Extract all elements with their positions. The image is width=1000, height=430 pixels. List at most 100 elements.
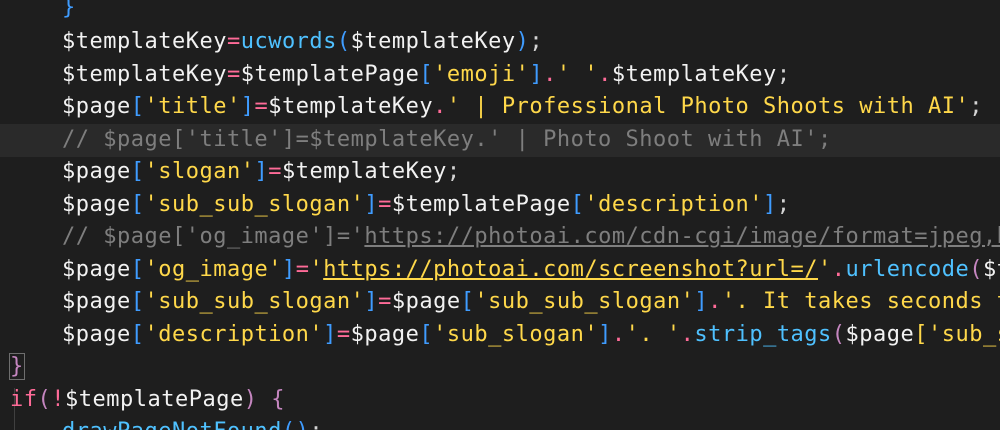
closing-brace: } (62, 0, 76, 20)
code-line-1[interactable]: } (0, 0, 1000, 25)
variable: $page (62, 94, 131, 119)
paren: ( (336, 29, 351, 54)
string: 'sub_slogan' (433, 322, 599, 347)
operator: . (831, 257, 846, 282)
bracket: [ (130, 94, 145, 119)
bracket: ] (364, 289, 379, 314)
variable: $page (62, 289, 131, 314)
bracket: [ (419, 322, 434, 347)
semicolon: ; (529, 29, 544, 54)
operator: . (708, 289, 722, 314)
bracket: [ (460, 289, 475, 314)
string: 'title' (144, 94, 241, 119)
bracket: [ (130, 257, 145, 282)
operator: ! (51, 387, 65, 412)
function-name: ucwords (240, 29, 337, 54)
variable: $templatePage (391, 192, 571, 217)
paren: ) (243, 387, 258, 412)
code-line-6[interactable]: $page['slogan']=$templateKey; (0, 156, 1000, 189)
bracket: [ (130, 322, 145, 347)
operator: . (433, 94, 447, 119)
code-line-5-current[interactable]: // $page['title']=$templateKey.' | Photo… (0, 124, 1000, 157)
paren: ( (831, 322, 846, 347)
bracket: [ (130, 159, 145, 184)
operator: . (611, 322, 626, 347)
code-line-12[interactable]: } (0, 351, 1000, 384)
string: '. ' (625, 322, 681, 347)
keyword: if (10, 387, 38, 412)
code-line-14[interactable]: drawPageNotFound(); (0, 416, 1000, 430)
variable: $templateKey (62, 62, 227, 87)
code-line-2[interactable]: $templateKey=ucwords($templateKey); (0, 26, 1000, 59)
bracket: ] (694, 289, 709, 314)
operator: = (336, 322, 351, 347)
variable: $page (62, 159, 131, 184)
bracket: ] (323, 322, 337, 347)
variable: $temp (982, 257, 1000, 282)
operator: = (378, 192, 392, 217)
comment-url-link[interactable]: https://photoai.com/cdn-cgi/image/format… (364, 224, 1000, 249)
variable: $page (845, 322, 915, 347)
variable: $page (391, 289, 461, 314)
bracket: [ (130, 192, 145, 217)
variable: $templateKey (611, 62, 777, 87)
closing-brace: } (9, 353, 25, 380)
opening-brace: { (271, 387, 285, 412)
bracket: ] (763, 192, 777, 217)
code-line-13[interactable]: if(!$templatePage) { (0, 384, 1000, 417)
semicolon: ; (776, 192, 791, 217)
operator: . (543, 62, 557, 87)
url-link[interactable]: https://photoai.com/screenshot?url=/ (323, 257, 818, 282)
variable: $page (62, 257, 131, 282)
string: 'sub_sub_slogan' (474, 289, 695, 314)
bracket: ] (240, 94, 255, 119)
paren: ) (296, 419, 310, 430)
semicolon: ; (969, 94, 983, 119)
string: '. It takes seconds to t (721, 289, 1000, 314)
bracket: ] (364, 192, 379, 217)
operator: = (378, 289, 392, 314)
bracket: ] (529, 62, 544, 87)
operator: = (254, 94, 269, 119)
operator: . (680, 322, 695, 347)
operator: = (226, 62, 241, 87)
variable: $templateKey (268, 94, 434, 119)
code-editor[interactable]: } $templateKey=ucwords($templateKey); $t… (0, 0, 1000, 430)
code-line-7[interactable]: $page['sub_sub_slogan']=$templatePage['d… (0, 189, 1000, 222)
string: 'sub_sub_slogan' (144, 192, 365, 217)
variable: $templatePage (240, 62, 420, 87)
code-line-4[interactable]: $page['title']=$templateKey.' | Professi… (0, 91, 1000, 124)
code-line-9[interactable]: $page['og_image']='https://photoai.com/s… (0, 254, 1000, 287)
bracket: [ (130, 289, 145, 314)
code-line-11[interactable]: $page['description']=$page['sub_slogan']… (0, 319, 1000, 352)
comment: // $page['title']=$templateKey.' | Photo… (62, 127, 832, 152)
variable: $templateKey (350, 29, 516, 54)
comment: // $page['og_image']=' (62, 224, 365, 249)
operator: = (268, 159, 282, 184)
variable: $templateKey (281, 159, 447, 184)
code-line-8[interactable]: // $page['og_image']='https://photoai.co… (0, 221, 1000, 254)
paren: ( (282, 419, 296, 430)
string: 'og_image' (144, 257, 282, 282)
bracket: ] (598, 322, 612, 347)
variable: $page (62, 192, 131, 217)
bracket: [ (419, 62, 434, 87)
code-line-3[interactable]: $templateKey=$templatePage['emoji'].' '.… (0, 59, 1000, 92)
variable: $templatePage (65, 387, 244, 412)
semicolon: ; (309, 419, 323, 430)
paren: ( (969, 257, 983, 282)
operator: . (598, 62, 612, 87)
paren: ) (515, 29, 530, 54)
variable: $page (350, 322, 420, 347)
string: 'description' (584, 192, 764, 217)
operator: = (226, 29, 241, 54)
bracket: [ (914, 322, 929, 347)
function-name: strip_tags (694, 322, 832, 347)
string: 'description' (144, 322, 324, 347)
string: ' | Professional Photo Shoots with AI' (446, 94, 970, 119)
string: 'sub_sub_ (928, 322, 1000, 347)
code-line-10[interactable]: $page['sub_sub_slogan']=$page['sub_sub_s… (0, 286, 1000, 319)
bracket: [ (570, 192, 585, 217)
function-name: urlencode (845, 257, 970, 282)
